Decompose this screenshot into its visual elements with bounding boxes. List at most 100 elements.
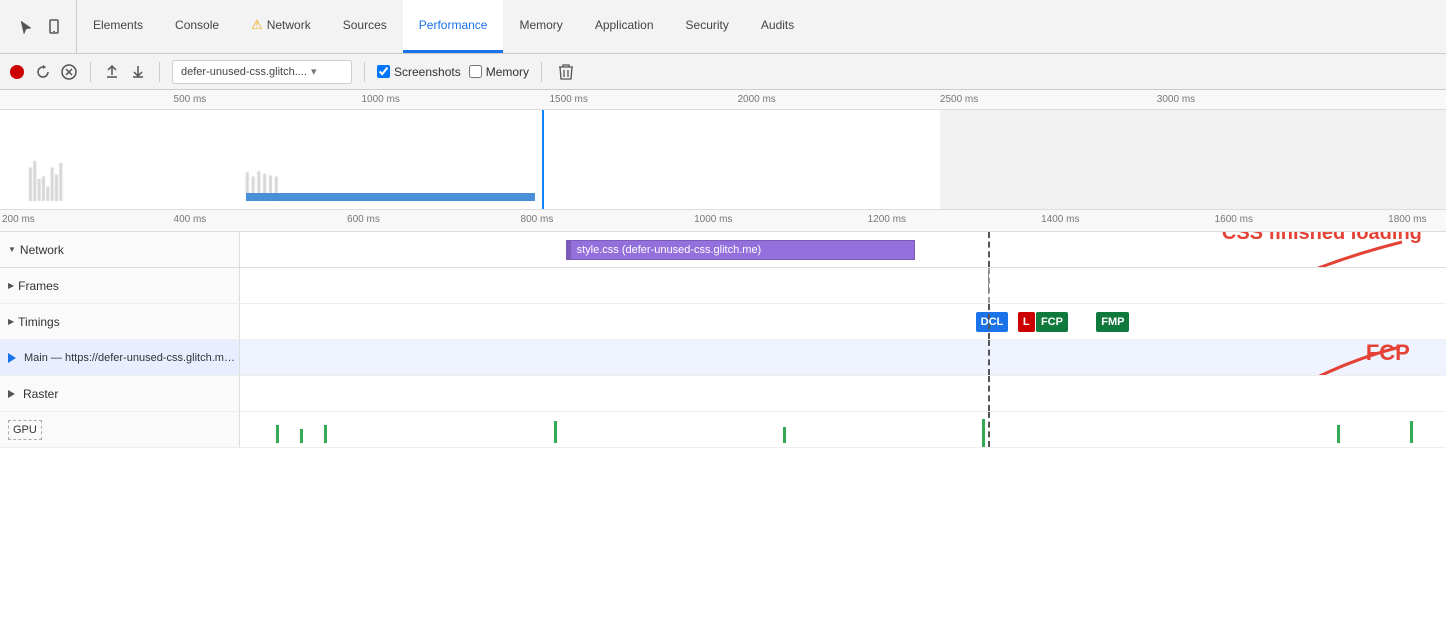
network-collapse-arrow: ▼ bbox=[8, 245, 16, 254]
fcp-annotation-text: FCP bbox=[1366, 340, 1410, 366]
clear-recordings-button[interactable] bbox=[558, 63, 574, 81]
network-track-row: ▼ Network style.css (defer-unused-css.gl… bbox=[0, 232, 1446, 268]
tick-600: 600 ms bbox=[347, 214, 380, 225]
gpu-bar-2 bbox=[300, 429, 303, 443]
frames-track-label[interactable]: ▶ Frames bbox=[0, 268, 240, 303]
timings-vdash bbox=[988, 304, 990, 339]
overview-tick-500: 500 ms bbox=[174, 94, 207, 105]
css-annotation-text: CSS finished loading bbox=[1222, 232, 1422, 245]
memory-label: Memory bbox=[486, 65, 529, 79]
overview-tick-2500: 2500 ms bbox=[940, 94, 978, 105]
timeline-ruler: 200 ms 400 ms 600 ms 800 ms 1000 ms 1200… bbox=[0, 210, 1446, 232]
toolbar-sep-3 bbox=[364, 62, 365, 82]
profile-selector[interactable]: defer-unused-css.glitch.... ▾ bbox=[172, 60, 352, 84]
warning-icon: ⚠ bbox=[251, 17, 263, 33]
tick-1000: 1000 ms bbox=[694, 214, 732, 225]
screenshots-checkbox[interactable] bbox=[377, 65, 390, 78]
dcl-badge: DCL bbox=[976, 312, 1009, 332]
gpu-vdash bbox=[988, 412, 990, 447]
gpu-track-content bbox=[240, 412, 1446, 447]
toolbar-sep-4 bbox=[541, 62, 542, 82]
tab-network[interactable]: ⚠ Network bbox=[235, 0, 327, 53]
screenshots-label: Screenshots bbox=[394, 65, 461, 79]
timings-track-label[interactable]: ▶ Timings bbox=[0, 304, 240, 339]
upload-button[interactable] bbox=[103, 63, 121, 81]
main-track-label[interactable]: Main — https://defer-unused-css.glitch.m… bbox=[0, 340, 240, 375]
tab-memory[interactable]: Memory bbox=[503, 0, 578, 53]
overview-tick-2000: 2000 ms bbox=[737, 94, 775, 105]
resource-bar-stripe bbox=[567, 241, 571, 259]
frames-collapse-arrow: ▶ bbox=[8, 281, 14, 290]
tab-performance[interactable]: Performance bbox=[403, 0, 504, 53]
memory-checkbox-group[interactable]: Memory bbox=[469, 65, 529, 79]
gpu-bar-8 bbox=[1410, 421, 1413, 443]
timings-collapse-arrow: ▶ bbox=[8, 317, 14, 326]
raster-vdash bbox=[988, 376, 990, 411]
vertical-dash-line bbox=[988, 232, 990, 267]
frames-track-row: ▶ Frames bbox=[0, 268, 1446, 304]
tick-1200: 1200 ms bbox=[868, 214, 906, 225]
screenshots-checkbox-group[interactable]: Screenshots bbox=[377, 65, 461, 79]
gpu-track-label[interactable]: GPU bbox=[0, 412, 240, 447]
network-track-content: style.css (defer-unused-css.glitch.me) ·… bbox=[240, 232, 1446, 267]
clear-button[interactable] bbox=[60, 63, 78, 81]
main-vdash bbox=[988, 340, 990, 375]
tick-1600: 1600 ms bbox=[1215, 214, 1253, 225]
main-track-row: Main — https://defer-unused-css.glitch.m… bbox=[0, 340, 1446, 376]
dropdown-arrow-icon: ▾ bbox=[311, 65, 317, 78]
gpu-label-box: GPU bbox=[8, 420, 42, 440]
frames-track-content bbox=[240, 268, 1446, 303]
memory-checkbox[interactable] bbox=[469, 65, 482, 78]
device-icon[interactable] bbox=[44, 17, 64, 37]
raster-track-row: Raster bbox=[0, 376, 1446, 412]
timings-track-row: ▶ Timings DCL L FCP FMP bbox=[0, 304, 1446, 340]
css-resource-bar[interactable]: style.css (defer-unused-css.glitch.me) bbox=[566, 240, 916, 260]
fcp-badge: FCP bbox=[1036, 312, 1068, 332]
tab-security[interactable]: Security bbox=[670, 0, 745, 53]
toolbar-sep-2 bbox=[159, 62, 160, 82]
tick-400: 400 ms bbox=[174, 214, 207, 225]
tab-bar: Elements Console ⚠ Network Sources Perfo… bbox=[0, 0, 1446, 54]
devtools-icons bbox=[4, 0, 77, 53]
tab-sources[interactable]: Sources bbox=[327, 0, 403, 53]
tick-1400: 1400 ms bbox=[1041, 214, 1079, 225]
raster-play-icon bbox=[8, 390, 15, 398]
gpu-bar-5 bbox=[783, 427, 786, 443]
tab-elements[interactable]: Elements bbox=[77, 0, 159, 53]
tick-200: 200 ms bbox=[2, 214, 35, 225]
overview-panel: 500 ms 1000 ms 1500 ms 2000 ms 2500 ms 3… bbox=[0, 90, 1446, 210]
timeline-panel: 200 ms 400 ms 600 ms 800 ms 1000 ms 1200… bbox=[0, 210, 1446, 636]
download-button[interactable] bbox=[129, 63, 147, 81]
performance-toolbar: defer-unused-css.glitch.... ▾ Screenshot… bbox=[0, 54, 1446, 90]
css-arrow-svg bbox=[1202, 232, 1422, 267]
tick-1800: 1800 ms bbox=[1388, 214, 1426, 225]
gpu-bar-3 bbox=[324, 425, 327, 443]
raster-track-label[interactable]: Raster bbox=[0, 376, 240, 411]
gpu-bar-7 bbox=[1337, 425, 1340, 443]
overview-time-marker bbox=[542, 110, 544, 209]
gpu-bar-6 bbox=[982, 419, 985, 447]
gpu-bar-1 bbox=[276, 425, 279, 443]
tab-application[interactable]: Application bbox=[579, 0, 670, 53]
overview-tick-1000: 1000 ms bbox=[362, 94, 400, 105]
overview-tick-1500: 1500 ms bbox=[549, 94, 587, 105]
gpu-track-row: GPU bbox=[0, 412, 1446, 448]
overview-ruler: 500 ms 1000 ms 1500 ms 2000 ms 2500 ms 3… bbox=[0, 90, 1446, 110]
reload-button[interactable] bbox=[34, 63, 52, 81]
raster-track-content bbox=[240, 376, 1446, 411]
l-badge: L bbox=[1018, 312, 1035, 332]
record-button[interactable] bbox=[8, 63, 26, 81]
fcp-arrow-svg bbox=[1250, 342, 1410, 375]
overview-tick-3000: 3000 ms bbox=[1157, 94, 1195, 105]
network-track-label[interactable]: ▼ Network bbox=[0, 232, 240, 267]
tab-audits[interactable]: Audits bbox=[745, 0, 810, 53]
cursor-icon[interactable] bbox=[16, 17, 36, 37]
gpu-bar-4 bbox=[554, 421, 557, 443]
main-label-text: Main — https://defer-unused-css.glitch.m… bbox=[24, 352, 239, 364]
tab-console[interactable]: Console bbox=[159, 0, 235, 53]
timings-track-content: DCL L FCP FMP bbox=[240, 304, 1446, 339]
timing-lines bbox=[988, 268, 989, 303]
fmp-badge: FMP bbox=[1096, 312, 1129, 332]
overview-progress-bar bbox=[246, 193, 535, 201]
overview-chart bbox=[0, 110, 1446, 209]
